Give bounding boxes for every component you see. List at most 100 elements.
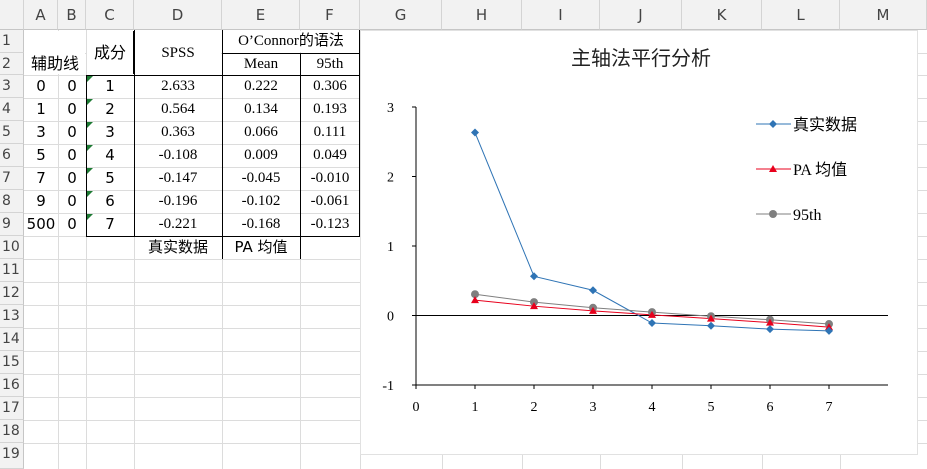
aux-b-cell[interactable]: 0 bbox=[58, 190, 86, 213]
spss-value-cell[interactable]: -0.147 bbox=[134, 167, 222, 190]
chart-area[interactable]: 主轴法平行分析 3 2 1 0 -1 0 1 2 3 4 5 6 7 真实数据 PA 均值 95th bbox=[360, 30, 918, 455]
p95-value-cell[interactable]: 0.111 bbox=[300, 121, 360, 144]
column-header-f[interactable]: F bbox=[300, 0, 360, 30]
x-tick-label: 1 bbox=[472, 400, 479, 415]
component-cell[interactable]: 5 bbox=[86, 167, 134, 190]
legend-label-1: 真实数据 bbox=[793, 116, 857, 134]
row-header-4[interactable]: 4 bbox=[0, 98, 24, 121]
data-point-series-1 bbox=[707, 321, 715, 330]
column-header-a[interactable]: A bbox=[24, 0, 58, 30]
spss-value-cell[interactable]: -0.108 bbox=[134, 144, 222, 167]
p95-value-cell[interactable]: 0.306 bbox=[300, 75, 360, 98]
p95-value-cell[interactable]: 0.049 bbox=[300, 144, 360, 167]
row-header-16[interactable]: 16 bbox=[0, 374, 24, 397]
column-header-b[interactable]: B bbox=[58, 0, 86, 30]
row-header-11[interactable]: 11 bbox=[0, 259, 24, 282]
y-tick-label: 2 bbox=[387, 171, 394, 186]
row-header-8[interactable]: 8 bbox=[0, 190, 24, 213]
x-tick-label: 7 bbox=[826, 400, 833, 415]
column-header-i[interactable]: I bbox=[522, 0, 600, 30]
row-header-18[interactable]: 18 bbox=[0, 420, 24, 443]
aux-a-cell[interactable]: 500 bbox=[24, 213, 58, 236]
error-indicator-icon[interactable] bbox=[87, 99, 93, 105]
row-header-3[interactable]: 3 bbox=[0, 75, 24, 98]
data-point-series-2 bbox=[471, 296, 479, 304]
row-header-14[interactable]: 14 bbox=[0, 328, 24, 351]
mean-value-cell[interactable]: 0.222 bbox=[222, 75, 300, 98]
aux-a-cell[interactable]: 3 bbox=[24, 121, 58, 144]
note-real-data: 真实数据 bbox=[147, 238, 208, 256]
error-indicator-icon[interactable] bbox=[87, 191, 93, 197]
row-header-10[interactable]: 10 bbox=[0, 236, 24, 259]
p95-value-cell[interactable]: -0.010 bbox=[300, 167, 360, 190]
mean-header: Mean bbox=[243, 56, 279, 72]
aux-a-cell[interactable]: 1 bbox=[24, 98, 58, 121]
component-cell[interactable]: 7 bbox=[86, 213, 134, 236]
mean-value-cell[interactable]: 0.134 bbox=[222, 98, 300, 121]
aux-b-cell[interactable]: 0 bbox=[58, 167, 86, 190]
column-header-m[interactable]: M bbox=[840, 0, 927, 30]
chart-svg: 主轴法平行分析 3 2 1 0 -1 0 1 2 3 4 5 6 7 真实数据 PA 均值 95th bbox=[382, 46, 888, 415]
component-header: 成分 bbox=[93, 43, 126, 62]
column-header-h[interactable]: H bbox=[442, 0, 522, 30]
column-header-g[interactable]: G bbox=[360, 0, 442, 30]
error-indicator-icon[interactable] bbox=[87, 214, 93, 220]
mean-value-cell[interactable]: 0.066 bbox=[222, 121, 300, 144]
column-header-l[interactable]: L bbox=[762, 0, 840, 30]
mean-value-cell[interactable]: -0.168 bbox=[222, 213, 300, 236]
row-header-15[interactable]: 15 bbox=[0, 351, 24, 374]
error-indicator-icon[interactable] bbox=[87, 122, 93, 128]
component-cell[interactable]: 6 bbox=[86, 190, 134, 213]
row-header-1[interactable]: 1 bbox=[0, 30, 24, 53]
mean-value-cell[interactable]: 0.009 bbox=[222, 144, 300, 167]
data-point-series-1 bbox=[766, 325, 774, 334]
error-indicator-icon[interactable] bbox=[87, 145, 93, 151]
aux-a-cell[interactable]: 0 bbox=[24, 75, 58, 98]
spss-value-cell[interactable]: -0.221 bbox=[134, 213, 222, 236]
row-header-17[interactable]: 17 bbox=[0, 397, 24, 420]
error-indicator-icon[interactable] bbox=[87, 168, 93, 174]
row-header-9[interactable]: 9 bbox=[0, 213, 24, 236]
spss-value-cell[interactable]: 0.363 bbox=[134, 121, 222, 144]
component-cell[interactable]: 1 bbox=[86, 75, 134, 98]
aux-a-cell[interactable]: 7 bbox=[24, 167, 58, 190]
p95-value-cell[interactable]: -0.061 bbox=[300, 190, 360, 213]
column-header-e[interactable]: E bbox=[222, 0, 300, 30]
y-tick-label: 3 bbox=[387, 101, 394, 116]
column-header-j[interactable]: J bbox=[600, 0, 682, 30]
row-header-13[interactable]: 13 bbox=[0, 305, 24, 328]
select-all-corner[interactable] bbox=[0, 0, 24, 30]
aux-b-cell[interactable]: 0 bbox=[58, 121, 86, 144]
legend-label-2: PA 均值 bbox=[793, 161, 847, 179]
p95-value-cell[interactable]: 0.193 bbox=[300, 98, 360, 121]
component-cell[interactable]: 3 bbox=[86, 121, 134, 144]
spss-header: SPSS bbox=[161, 45, 195, 61]
mean-value-cell[interactable]: -0.045 bbox=[222, 167, 300, 190]
aux-b-cell[interactable]: 0 bbox=[58, 75, 86, 98]
aux-a-cell[interactable]: 5 bbox=[24, 144, 58, 167]
data-point-series-1 bbox=[471, 128, 479, 137]
mean-value-cell[interactable]: -0.102 bbox=[222, 190, 300, 213]
column-header-c[interactable]: C bbox=[86, 0, 134, 30]
column-header-d[interactable]: D bbox=[134, 0, 222, 30]
note-pa-mean: PA 均值 bbox=[234, 238, 288, 256]
row-header-12[interactable]: 12 bbox=[0, 282, 24, 305]
aux-b-cell[interactable]: 0 bbox=[58, 213, 86, 236]
column-header-k[interactable]: K bbox=[682, 0, 762, 30]
row-header-5[interactable]: 5 bbox=[0, 121, 24, 144]
component-cell[interactable]: 4 bbox=[86, 144, 134, 167]
row-header-2[interactable]: 2 bbox=[0, 53, 24, 75]
row-header-7[interactable]: 7 bbox=[0, 167, 24, 190]
error-indicator-icon[interactable] bbox=[87, 76, 93, 82]
spss-value-cell[interactable]: 2.633 bbox=[134, 75, 222, 98]
row-header-19[interactable]: 19 bbox=[0, 443, 24, 469]
p95-value-cell[interactable]: -0.123 bbox=[300, 213, 360, 236]
row-header-6[interactable]: 6 bbox=[0, 144, 24, 167]
component-cell[interactable]: 2 bbox=[86, 98, 134, 121]
aux-b-cell[interactable]: 0 bbox=[58, 144, 86, 167]
aux-b-cell[interactable]: 0 bbox=[58, 98, 86, 121]
aux-a-cell[interactable]: 9 bbox=[24, 190, 58, 213]
x-tick-label: 0 bbox=[413, 400, 420, 415]
spss-value-cell[interactable]: 0.564 bbox=[134, 98, 222, 121]
spss-value-cell[interactable]: -0.196 bbox=[134, 190, 222, 213]
